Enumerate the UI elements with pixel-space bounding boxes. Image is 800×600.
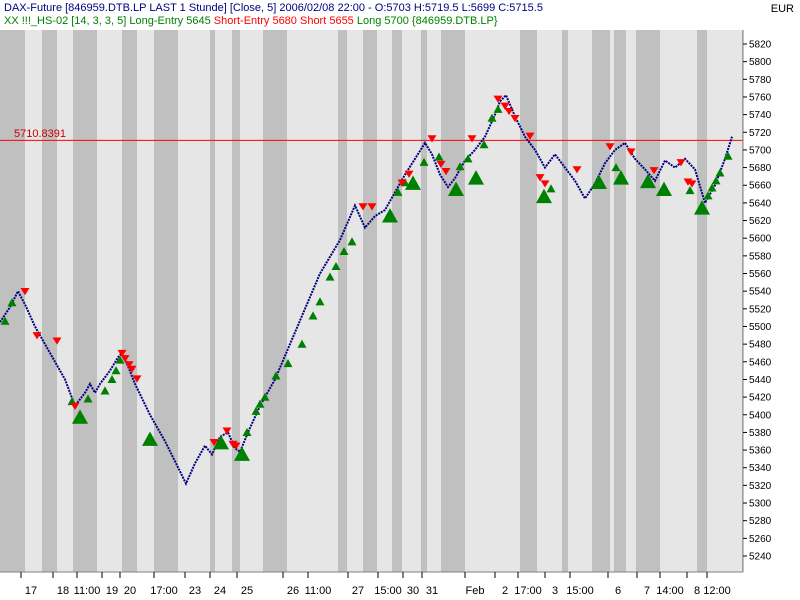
time-tick-label: 15:00 xyxy=(374,585,402,597)
time-tick-label: 25 xyxy=(241,585,253,597)
price-tick-label: 5740 xyxy=(749,110,772,121)
price-tick-label: 5800 xyxy=(749,57,772,68)
session-band xyxy=(232,30,240,572)
session-band xyxy=(614,30,626,572)
time-tick-label: 19 xyxy=(106,585,118,597)
time-tick-label: 11:00 xyxy=(305,585,332,597)
strategy-long: Long 5700 {846959.DTB.LP} xyxy=(356,15,498,27)
strategy-short: Short 5655 xyxy=(299,15,354,27)
price-tick-label: 5280 xyxy=(749,516,772,527)
price-tick-label: 5660 xyxy=(749,181,772,192)
price-tick-label: 5400 xyxy=(749,410,772,421)
session-band xyxy=(592,30,610,572)
chart-title: DAX-Future [846959.DTB.LP LAST 1 Stunde]… xyxy=(4,2,543,15)
price-tick-label: 5340 xyxy=(749,463,772,474)
time-tick-label: 3 xyxy=(552,585,558,597)
chart-window: 5240 5260 5280 5300 5320 5340 5360 5380 5400 5420… xyxy=(0,0,800,600)
price-tick-label: 5760 xyxy=(749,92,772,103)
price-axis: 5240 5260 5280 5300 5320 5340 5360 5380 5400 5420… xyxy=(742,30,800,572)
session-band xyxy=(263,30,287,572)
time-tick-label: 2 xyxy=(502,585,508,597)
session-band xyxy=(520,30,537,572)
price-tick-label: 5480 xyxy=(749,340,772,351)
price-tick-label: 5720 xyxy=(749,128,772,139)
strategy-long-entry: Long-Entry 5645 xyxy=(129,15,211,27)
session-band xyxy=(441,30,465,572)
session-band xyxy=(42,30,57,572)
price-tick-label: 5820 xyxy=(749,40,772,51)
price-tick-label: 5620 xyxy=(749,216,772,227)
session-band xyxy=(697,30,707,572)
session-band xyxy=(392,30,402,572)
time-tick-label: 30 xyxy=(407,585,419,597)
price-tick-label: 5680 xyxy=(749,163,772,174)
price-tick-label: 5540 xyxy=(749,287,772,298)
price-tick-label: 5420 xyxy=(749,393,772,404)
price-tick-label: 5560 xyxy=(749,269,772,280)
time-tick-label: 18 xyxy=(57,585,69,597)
time-tick-label: Feb xyxy=(466,585,485,597)
price-tick-label: 5300 xyxy=(749,499,772,510)
time-tick-label: 26 xyxy=(287,585,299,597)
time-tick-label: 27 xyxy=(352,585,364,597)
session-bands xyxy=(0,30,743,572)
price-tick-label: 5600 xyxy=(749,234,772,245)
price-tick-label: 5380 xyxy=(749,428,772,439)
time-tick-label: 15:00 xyxy=(566,585,594,597)
price-tick-label: 5520 xyxy=(749,304,772,315)
strategy-legend: XX !!!_HS-02 [14, 3, 3, 5] Long-Entry 56… xyxy=(4,15,498,28)
session-band xyxy=(636,30,660,572)
time-tick-label: 6 xyxy=(615,585,621,597)
price-tick-label: 5700 xyxy=(749,145,772,156)
price-tick-label: 5500 xyxy=(749,322,772,333)
strategy-prefix: XX !!!_HS-02 [14, 3, 3, 5] xyxy=(4,15,127,27)
session-band xyxy=(421,30,427,572)
time-tick-label: 7 xyxy=(644,585,650,597)
time-tick-label: 23 xyxy=(189,585,201,597)
currency-label: EUR xyxy=(770,3,794,15)
price-tick-label: 5460 xyxy=(749,357,772,368)
price-tick-label: 5240 xyxy=(749,552,772,563)
time-tick-label: 17:00 xyxy=(514,585,542,597)
session-band xyxy=(73,30,97,572)
price-tick-label: 5640 xyxy=(749,198,772,209)
reference-line-label: 5710.8391 xyxy=(14,128,66,140)
session-band xyxy=(338,30,347,572)
time-tick-label: 31 xyxy=(426,585,438,597)
price-tick-label: 5320 xyxy=(749,481,772,492)
session-band xyxy=(562,30,568,572)
chart-title-text: DAX-Future [846959.DTB.LP LAST 1 Stunde]… xyxy=(4,2,543,14)
session-band xyxy=(154,30,178,572)
price-tick-label: 5360 xyxy=(749,446,772,457)
price-tick-label: 5260 xyxy=(749,534,772,545)
chart-canvas[interactable]: 5240 5260 5280 5300 5320 5340 5360 5380 5400 5420… xyxy=(0,0,800,600)
time-tick-label: 14:00 xyxy=(656,585,684,597)
price-tick-label: 5580 xyxy=(749,251,772,262)
time-tick-label: 24 xyxy=(214,585,226,597)
time-tick-label: 8 xyxy=(694,585,700,597)
time-tick-label: 12:00 xyxy=(703,585,731,597)
strategy-short-entry: Short-Entry 5680 xyxy=(213,15,297,27)
time-tick-label: 17 xyxy=(25,585,37,597)
time-tick-label: 17:00 xyxy=(150,585,178,597)
session-band xyxy=(363,30,377,572)
session-band xyxy=(122,30,137,572)
time-tick-label: 20 xyxy=(124,585,136,597)
time-axis: 17 18 11:00 19 20 17:00 23 24 25 26 11:00 27 15:00 30… xyxy=(0,571,800,600)
time-tick-label: 11:00 xyxy=(74,585,101,597)
session-band xyxy=(210,30,215,572)
price-tick-label: 5780 xyxy=(749,75,772,86)
price-tick-label: 5440 xyxy=(749,375,772,386)
